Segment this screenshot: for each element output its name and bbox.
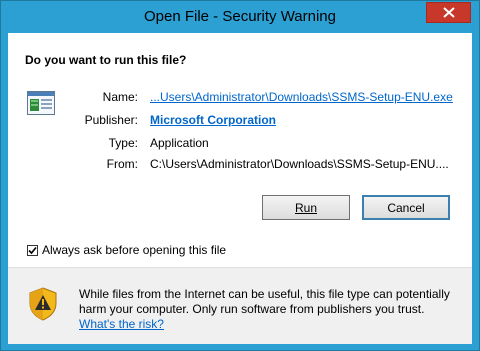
type-label: Type: <box>108 136 138 150</box>
from-label: From: <box>106 157 138 171</box>
always-ask-label: Always ask before opening this file <box>42 243 227 257</box>
warning-message: While files from the Internet can be use… <box>79 287 459 332</box>
dialog-question: Do you want to run this file? <box>25 53 187 67</box>
publisher-label: Publisher: <box>84 113 138 127</box>
run-button-label: Run <box>294 200 317 215</box>
always-ask-checkbox[interactable] <box>27 244 38 256</box>
run-button[interactable]: Run <box>262 195 350 220</box>
from-value: C:\Users\Administrator\Downloads\SSMS-Se… <box>150 157 449 171</box>
name-label: Name: <box>102 90 138 104</box>
risk-link[interactable]: What's the risk? <box>79 317 164 331</box>
always-ask-checkbox-row[interactable]: Always ask before opening this file <box>27 243 226 257</box>
warning-panel: While files from the Internet can be use… <box>8 268 472 344</box>
cancel-button[interactable]: Cancel <box>362 195 450 220</box>
checkmark-icon <box>28 246 37 254</box>
dialog-body: Do you want to run this file? Name: ...U… <box>8 33 472 344</box>
cancel-button-label: Cancel <box>387 200 425 215</box>
close-button[interactable] <box>426 2 471 23</box>
warning-shield-icon <box>29 287 57 321</box>
title-bar[interactable]: Open File - Security Warning <box>1 1 479 33</box>
name-value-link[interactable]: ...Users\Administrator\Downloads\SSMS-Se… <box>150 90 453 104</box>
warning-text: While files from the Internet can be use… <box>79 287 450 316</box>
dialog-window: Open File - Security Warning Do you want… <box>0 0 480 351</box>
close-icon <box>442 7 455 18</box>
publisher-link[interactable]: Microsoft Corporation <box>150 113 276 127</box>
window-title: Open File - Security Warning <box>143 8 336 25</box>
type-value: Application <box>150 136 209 150</box>
